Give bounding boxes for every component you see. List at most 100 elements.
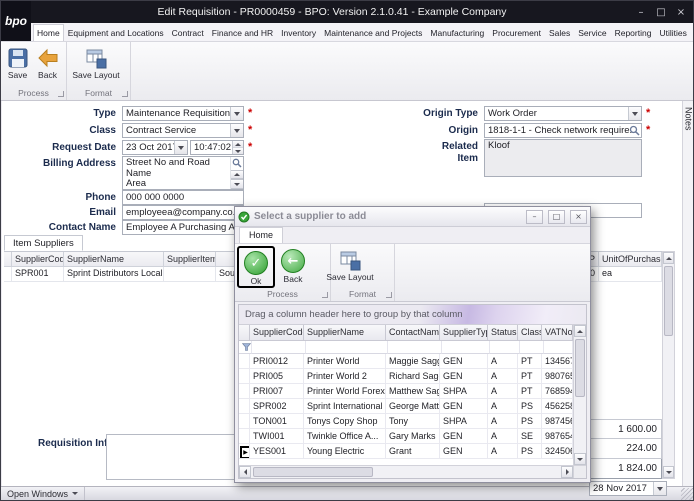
column-header-contactname[interactable]: ContactName [386,325,440,341]
supplier-row[interactable]: SPR002 Sprint International George Matt.… [239,399,573,414]
request-date-dropdown-icon[interactable] [174,141,187,154]
group-by-panel[interactable]: Drag a column header here to group by th… [239,305,586,325]
request-date-input[interactable]: 23 Oct 2017 [122,140,188,155]
filter-cell[interactable] [520,341,544,354]
tab-finance-and-hr[interactable]: Finance and HR [208,24,277,41]
main-scrollbar-vertical[interactable] [662,251,675,479]
dialog-scroll-down-icon[interactable] [574,453,586,465]
column-header-supplieritemcode[interactable]: SupplierItemCode [164,252,216,267]
main-scroll-thumb[interactable] [664,266,673,336]
column-header-suppliername[interactable]: SupplierName [64,252,164,267]
related-item-box[interactable]: Kloof [484,139,642,177]
column-header-vatno[interactable]: VATNo [542,325,573,341]
tab-manufacturing[interactable]: Manufacturing [426,24,488,41]
bpo-logo[interactable]: bpo [1,1,31,41]
notes-panel-tab[interactable]: Notes [682,101,693,488]
tab-home[interactable]: Home [33,24,64,41]
column-header-unitofpurchase[interactable]: UnitOfPurchase [599,252,662,267]
contact-name-input[interactable]: Employee A Purchasing Address [122,220,244,235]
tab-sales[interactable]: Sales [545,24,574,41]
main-scroll-up-icon[interactable] [663,252,674,264]
supplier-row[interactable]: PRI007 Printer World Forex Matthew Sage … [239,384,573,399]
tab-maintenance-and-projects[interactable]: Maintenance and Projects [320,24,426,41]
main-scroll-down-icon[interactable] [663,466,674,478]
dialog-format-launcher-icon[interactable] [386,292,392,298]
dialog-hscroll-track[interactable] [251,466,561,478]
resize-grip[interactable] [681,487,693,500]
tab-reporting[interactable]: Reporting [611,24,656,41]
maximize-button[interactable]: □ [651,3,671,21]
request-time-input[interactable]: 10:47:02 AM [190,140,244,155]
tab-inventory[interactable]: Inventory [277,24,320,41]
filter-cell[interactable] [306,341,388,354]
origin-type-dropdown-icon[interactable] [628,107,641,120]
dialog-scroll-right-icon[interactable] [561,466,573,478]
process-launcher-icon[interactable] [58,91,64,97]
tab-procurement[interactable]: Procurement [488,24,545,41]
date-field[interactable]: 28 Nov 2017 [589,481,667,496]
filter-row[interactable] [239,341,573,354]
dialog-scrollbar-horizontal[interactable] [239,465,573,478]
supplier-row-selected[interactable]: ▶ YES001 Young Electric Grant GEN A PS 3… [239,444,573,459]
supplier-row[interactable]: PRI005 Printer World 2 Richard Sage GEN … [239,369,573,384]
dialog-hscroll-thumb[interactable] [253,467,373,477]
tab-contract[interactable]: Contract [168,24,208,41]
open-windows-button[interactable]: Open Windows [1,487,86,500]
filter-cell[interactable] [388,341,442,354]
tab-item-suppliers[interactable]: Item Suppliers [4,235,83,251]
ok-button[interactable]: ✓ Ok [239,248,273,286]
back-button[interactable]: Back [33,44,62,87]
type-dropdown-icon[interactable] [230,107,243,120]
minimize-button[interactable]: – [631,3,651,21]
email-input[interactable]: employeea@company.co.za [122,205,244,220]
phone-input[interactable]: 000 000 0000 [122,190,244,205]
dialog-scroll-left-icon[interactable] [239,466,251,478]
close-button[interactable]: × [671,3,691,21]
column-header-class[interactable]: Class [518,325,542,341]
save-button[interactable]: Save [3,44,32,87]
dialog-save-layout-button[interactable]: Save Layout [326,246,374,288]
save-layout-button[interactable]: Save Layout [69,44,123,87]
main-scroll-track[interactable] [663,264,674,466]
dialog-tab-home[interactable]: Home [239,227,284,243]
class-dropdown-icon[interactable] [230,124,243,137]
tab-service[interactable]: Service [574,24,610,41]
billing-scroll-up[interactable] [231,169,243,180]
spinner-down-icon[interactable] [233,147,243,154]
tab-utilities[interactable]: Utilities [655,24,690,41]
format-launcher-icon[interactable] [122,91,128,97]
supplier-row[interactable]: PRI0012 Printer World Maggie Saggie GEN … [239,354,573,369]
class-select[interactable]: Contract Service [122,123,244,138]
time-spinner[interactable] [232,141,243,154]
billing-scroll-down[interactable] [231,179,243,189]
column-header-suppliercode[interactable]: SupplierCode▲ [12,252,64,267]
filter-cell[interactable] [442,341,490,354]
column-header-suppliercode[interactable]: SupplierCode [250,325,304,341]
dialog-vscroll-track[interactable] [574,337,586,453]
billing-search-icon[interactable] [231,157,243,170]
dialog-scrollbar-vertical[interactable] [573,325,586,465]
origin-type-select[interactable]: Work Order [484,106,642,121]
tab-equipment-and-locations[interactable]: Equipment and Locations [64,24,168,41]
type-select[interactable]: Maintenance Requisition [122,106,244,121]
dialog-maximize-button[interactable]: □ [548,209,565,224]
ribbon-collapse-icon[interactable] [691,25,693,41]
dialog-vscroll-thumb[interactable] [575,339,585,397]
dialog-scroll-up-icon[interactable] [574,325,586,337]
column-header-status[interactable]: Status [488,325,518,341]
requisition-info-box[interactable] [106,434,236,480]
billing-address-input[interactable]: Street No and Road Name Area City [122,156,244,190]
supplier-row[interactable]: TON001 Tonys Copy Shop Tony SHPA A PS 98… [239,414,573,429]
supplier-row[interactable]: TWI001 Twinkle Office A... Gary Marks GE… [239,429,573,444]
dialog-minimize-button[interactable]: – [526,209,543,224]
dialog-process-launcher-icon[interactable] [322,292,328,298]
filter-cell[interactable] [490,341,520,354]
dialog-back-button[interactable]: ← Back [276,246,310,288]
origin-search-icon[interactable] [629,125,640,137]
dialog-close-button[interactable]: × [570,209,587,224]
filter-cell[interactable] [252,341,306,354]
date-dropdown-icon[interactable] [653,482,666,495]
origin-input[interactable]: 1818-1-1 - Check network require... [484,123,642,138]
filter-cell[interactable] [544,341,573,354]
column-header-suppliertype[interactable]: SupplierType [440,325,488,341]
